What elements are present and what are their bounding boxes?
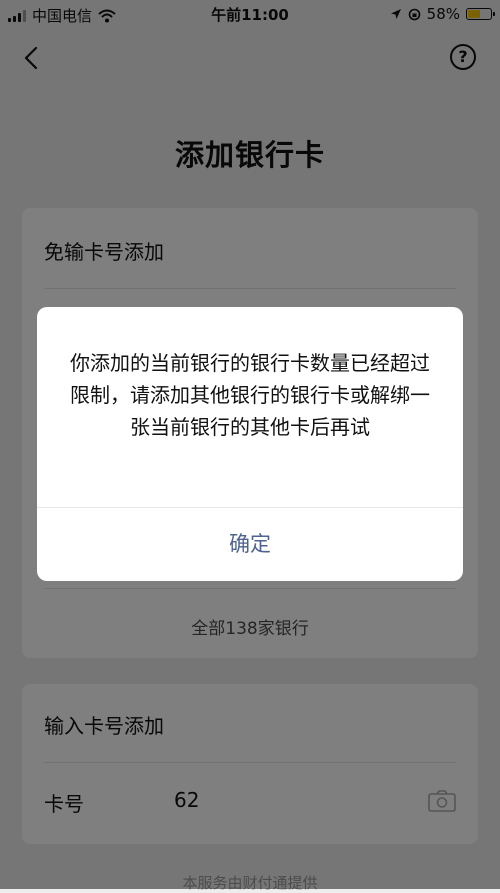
confirm-button[interactable]: 确定 — [37, 508, 463, 581]
alert-dialog: 你添加的当前银行的银行卡数量已经超过限制，请添加其他银行的银行卡或解绑一张当前银… — [37, 307, 463, 581]
dialog-message: 你添加的当前银行的银行卡数量已经超过限制，请添加其他银行的银行卡或解绑一张当前银… — [70, 351, 430, 439]
